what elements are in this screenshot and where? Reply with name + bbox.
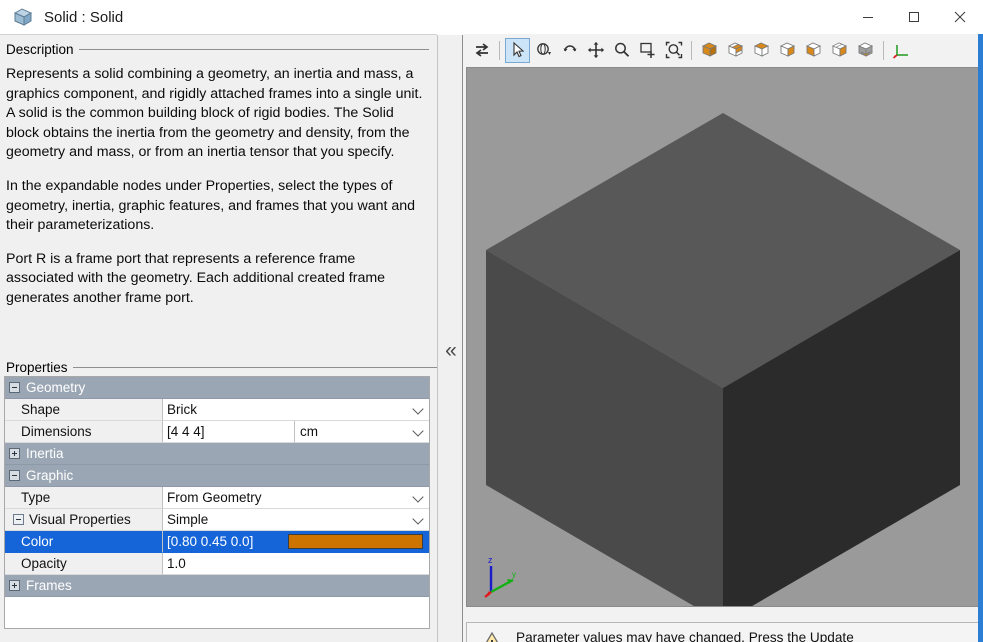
property-row-color[interactable]: Color [0.80 0.45 0.0] <box>5 531 429 553</box>
property-value-type[interactable]: From Geometry <box>163 487 429 509</box>
chevron-down-icon[interactable] <box>412 402 424 415</box>
description-legend-label: Description <box>6 41 79 57</box>
opacity-input[interactable]: 1.0 <box>163 553 429 575</box>
dialog-button-bar: OK Cancel Help Apply <box>0 638 437 642</box>
property-row-opacity[interactable]: Opacity 1.0 <box>5 553 429 575</box>
shape-value-text: Brick <box>167 402 197 417</box>
expand-plus-icon[interactable] <box>9 448 20 459</box>
toolbar-separator <box>691 40 692 60</box>
view-back-icon[interactable] <box>749 38 774 63</box>
property-label-dimensions: Dimensions <box>5 421 163 443</box>
property-label-type: Type <box>5 487 163 509</box>
visual-properties-value-text: Simple <box>167 512 209 527</box>
3d-viewport-canvas[interactable]: z y <box>466 67 979 607</box>
title-bar: Solid : Solid <box>0 0 983 34</box>
properties-legend: Properties <box>6 357 437 377</box>
properties-table[interactable]: Geometry Shape Brick Dimensions [4 4 4] … <box>4 376 430 629</box>
property-label-opacity: Opacity <box>5 553 163 575</box>
view-isometric-icon[interactable] <box>697 38 722 63</box>
select-cursor-icon[interactable] <box>505 37 530 63</box>
close-button[interactable] <box>937 0 983 34</box>
collapse-minus-icon[interactable] <box>9 470 20 481</box>
dimensions-value-text: [4 4 4] <box>167 424 205 439</box>
group-label-frames: Frames <box>26 578 72 593</box>
warning-message: Parameter values may have changed. Press… <box>516 629 854 642</box>
opacity-value-text: 1.0 <box>167 556 186 571</box>
description-text: Represents a solid combining a geometry,… <box>0 59 437 309</box>
properties-group-frames[interactable]: Frames <box>5 575 429 597</box>
pan-view-icon[interactable] <box>583 38 608 63</box>
property-row-type[interactable]: Type From Geometry <box>5 487 429 509</box>
dimensions-unit-dropdown[interactable]: cm <box>294 421 429 443</box>
window-right-accent[interactable] <box>978 34 983 642</box>
update-visualization-warning: Parameter values may have changed. Press… <box>466 622 979 642</box>
window-controls <box>845 0 983 34</box>
collapse-minus-icon[interactable] <box>13 514 24 525</box>
swap-arrows-icon[interactable] <box>469 38 494 63</box>
viewport-axis-triad: z y <box>479 552 531 598</box>
type-value-text: From Geometry <box>167 490 262 505</box>
dimensions-unit-text: cm <box>300 424 318 439</box>
property-value-visual-properties[interactable]: Simple <box>163 509 429 531</box>
toolbar-separator <box>499 40 500 60</box>
group-label-geometry: Geometry <box>26 380 86 395</box>
property-row-shape[interactable]: Shape Brick <box>5 399 429 421</box>
expand-plus-icon[interactable] <box>9 580 20 591</box>
property-label-color: Color <box>5 531 163 553</box>
property-label-visual-properties[interactable]: Visual Properties <box>5 509 163 531</box>
view-top-icon[interactable] <box>827 38 852 63</box>
view-left-icon[interactable] <box>775 38 800 63</box>
collapse-panel-button[interactable]: « <box>438 320 464 380</box>
dimensions-input[interactable]: [4 4 4] <box>163 421 294 443</box>
brick-solid-render <box>486 113 960 606</box>
view-front-icon[interactable] <box>723 38 748 63</box>
properties-legend-label: Properties <box>6 359 73 375</box>
toolbar-separator <box>883 40 884 60</box>
view-right-icon[interactable] <box>801 38 826 63</box>
visualization-toolbar <box>463 34 983 66</box>
warning-triangle-icon <box>477 631 507 642</box>
color-value-text: [0.80 0.45 0.0] <box>167 534 254 549</box>
color-swatch[interactable] <box>288 534 423 549</box>
visual-properties-label-text: Visual Properties <box>29 512 131 527</box>
solid-block-parameters-window: Solid : Solid Description Represents a s… <box>0 0 983 642</box>
property-row-visual-properties[interactable]: Visual Properties Simple <box>5 509 429 531</box>
properties-group-inertia[interactable]: Inertia <box>5 443 429 465</box>
maximize-button[interactable] <box>891 0 937 34</box>
property-value-shape[interactable]: Brick <box>163 399 429 421</box>
description-rule <box>78 48 429 50</box>
group-label-graphic: Graphic <box>26 468 74 483</box>
property-label-shape: Shape <box>5 399 163 421</box>
chevron-down-icon[interactable] <box>412 490 424 503</box>
rotate-view-icon[interactable] <box>531 38 556 63</box>
properties-rule <box>72 366 437 368</box>
chevron-down-icon[interactable] <box>412 424 424 437</box>
spin-view-icon[interactable] <box>557 38 582 63</box>
fit-to-view-icon[interactable] <box>661 38 686 63</box>
visualization-panel: z y Parameter values may have changed. P… <box>463 34 983 642</box>
window-title: Solid : Solid <box>44 8 124 26</box>
warning-line-1: Parameter values may have changed. Press… <box>516 629 854 642</box>
description-legend: Description <box>6 39 429 59</box>
zoom-box-icon[interactable] <box>635 38 660 63</box>
property-value-color[interactable]: [0.80 0.45 0.0] <box>163 531 429 553</box>
description-paragraph-3: Port R is a frame port that represents a… <box>6 250 386 306</box>
properties-group-geometry[interactable]: Geometry <box>5 377 429 399</box>
minimize-button[interactable] <box>845 0 891 34</box>
solid-cube-icon <box>12 6 34 28</box>
left-parameters-panel: Description Represents a solid combining… <box>0 34 437 642</box>
group-label-inertia: Inertia <box>26 446 64 461</box>
view-bottom-icon[interactable] <box>853 38 878 63</box>
chevron-down-icon[interactable] <box>412 512 424 525</box>
zoom-view-icon[interactable] <box>609 38 634 63</box>
description-paragraph-2: In the expandable nodes under Properties… <box>6 177 416 234</box>
y-axis-label: y <box>512 570 516 579</box>
axis-triad-icon[interactable] <box>889 38 914 63</box>
properties-group-graphic[interactable]: Graphic <box>5 465 429 487</box>
collapse-minus-icon[interactable] <box>9 382 20 393</box>
z-axis-label: z <box>488 555 493 565</box>
description-paragraph-1: Represents a solid combining a geometry,… <box>6 66 423 161</box>
property-row-dimensions[interactable]: Dimensions [4 4 4] cm <box>5 421 429 443</box>
panel-splitter[interactable]: « <box>437 35 463 642</box>
